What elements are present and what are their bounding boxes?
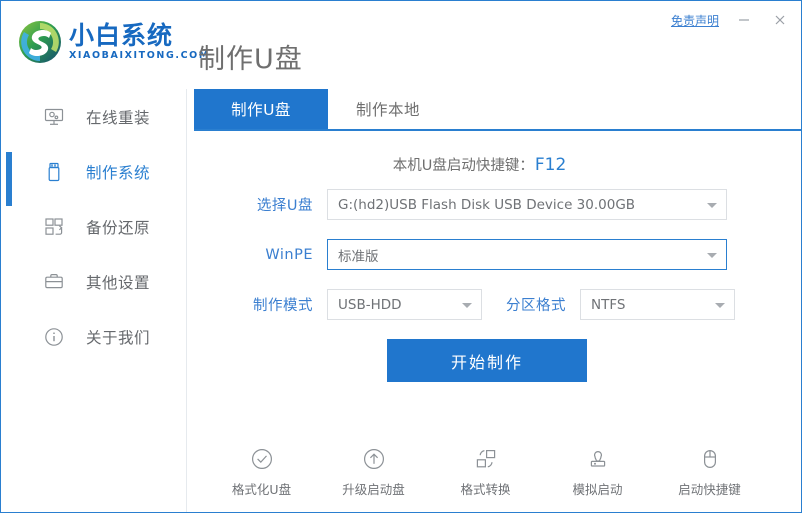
tool-label: 格式化U盘	[231, 482, 292, 497]
tool-format-convert[interactable]: 格式转换	[450, 443, 522, 498]
tab-make-local[interactable]: 制作本地	[328, 89, 448, 129]
field-row-usb: 选择U盘 G:(hd2)USB Flash Disk USB Device 30…	[241, 189, 801, 220]
boot-hotkey-info: 本机U盘启动快捷键：F12	[188, 154, 801, 175]
tool-simulate-boot[interactable]: 模拟启动	[562, 443, 634, 498]
partition-select-label: 分区格式	[506, 298, 566, 314]
start-button-row: 开始制作	[188, 339, 801, 382]
chevron-down-icon	[707, 252, 717, 258]
chevron-down-icon	[707, 202, 717, 208]
logo-mark-icon	[17, 19, 63, 65]
usb-drive-icon	[41, 159, 67, 185]
check-circle-icon	[249, 443, 275, 475]
window-controls: 免责声明	[671, 10, 791, 30]
monitor-icon	[41, 104, 67, 130]
sidebar-item-online-reinstall[interactable]: 在线重装	[1, 89, 186, 144]
tool-label: 启动快捷键	[678, 482, 741, 497]
mode-select-label: 制作模式	[253, 298, 313, 314]
start-make-button[interactable]: 开始制作	[387, 339, 587, 382]
make-usb-form: 选择U盘 G:(hd2)USB Flash Disk USB Device 30…	[188, 189, 801, 320]
field-row-mode-partition: 制作模式 USB-HDD 分区格式 NTFS	[241, 289, 801, 320]
field-row-winpe: WinPE 标准版	[241, 239, 801, 270]
tool-boot-hotkey[interactable]: 启动快捷键	[674, 443, 746, 498]
convert-icon	[473, 443, 499, 475]
tab-make-usb[interactable]: 制作U盘	[194, 89, 328, 129]
winpe-select-label: WinPE	[265, 246, 313, 263]
brand-logo: 小白系统 XIAOBAIXITONG.COM	[17, 19, 210, 65]
tool-format-usb[interactable]: 格式化U盘	[226, 443, 298, 498]
sidebar-item-label: 制作系统	[86, 163, 151, 182]
main-panel: 制作U盘 制作本地 本机U盘启动快捷键：F12 选择U盘 G:(hd2)USB …	[188, 89, 801, 512]
brand-text: 小白系统 XIAOBAIXITONG.COM	[69, 22, 210, 62]
mouse-icon	[697, 443, 723, 475]
sidebar-item-label: 备份还原	[86, 218, 151, 237]
winpe-select-value: 标准版	[338, 248, 379, 265]
boot-hotkey-value: F12	[534, 155, 567, 175]
boot-hotkey-label: 本机U盘启动快捷键：	[392, 158, 534, 174]
usb-select-value: G:(hd2)USB Flash Disk USB Device 30.00GB	[338, 196, 636, 213]
close-button[interactable]	[769, 10, 791, 30]
tool-upgrade-boot-disk[interactable]: 升级启动盘	[338, 443, 410, 498]
mode-select-value: USB-HDD	[338, 296, 402, 313]
title-bar: 小白系统 XIAOBAIXITONG.COM 制作U盘 免责声明	[1, 1, 801, 89]
sidebar-item-other-settings[interactable]: 其他设置	[1, 254, 186, 309]
briefcase-icon	[41, 269, 67, 295]
app-window: 小白系统 XIAOBAIXITONG.COM 制作U盘 免责声明 在线重装 制作…	[0, 0, 802, 513]
arrow-up-circle-icon	[361, 443, 387, 475]
winpe-select[interactable]: 标准版	[327, 239, 727, 270]
tool-label: 模拟启动	[572, 482, 623, 497]
grid-squares-icon	[41, 214, 67, 240]
disclaimer-link[interactable]: 免责声明	[671, 12, 719, 29]
partition-select[interactable]: NTFS	[580, 289, 735, 320]
minimize-button[interactable]	[733, 10, 755, 30]
chevron-down-icon	[715, 302, 725, 308]
sidebar-item-label: 在线重装	[86, 108, 151, 127]
page-title: 制作U盘	[198, 44, 303, 75]
mode-select[interactable]: USB-HDD	[327, 289, 482, 320]
tool-label: 格式转换	[460, 482, 511, 497]
sidebar-item-label: 其他设置	[86, 273, 151, 292]
sidebar-item-label: 关于我们	[86, 328, 151, 347]
usb-select[interactable]: G:(hd2)USB Flash Disk USB Device 30.00GB	[327, 189, 727, 220]
tool-shortcuts: 格式化U盘 升级启动盘 格式转换 模拟启动 启动快捷键	[188, 443, 801, 498]
chevron-down-icon	[462, 302, 472, 308]
tool-label: 升级启动盘	[342, 482, 405, 497]
brand-name-cn: 小白系统	[69, 21, 174, 50]
sidebar-item-make-system[interactable]: 制作系统	[1, 144, 186, 206]
joystick-icon	[585, 443, 611, 475]
sidebar-item-backup-restore[interactable]: 备份还原	[1, 199, 186, 254]
partition-select-value: NTFS	[591, 296, 626, 313]
sidebar: 在线重装 制作系统 备份还原 其他设置 关于我们	[1, 89, 187, 512]
tab-bar: 制作U盘 制作本地	[194, 89, 801, 131]
usb-select-label: 选择U盘	[256, 198, 313, 214]
brand-name-en: XIAOBAIXITONG.COM	[69, 50, 210, 61]
sidebar-item-about-us[interactable]: 关于我们	[1, 309, 186, 364]
info-circle-icon	[41, 324, 67, 350]
